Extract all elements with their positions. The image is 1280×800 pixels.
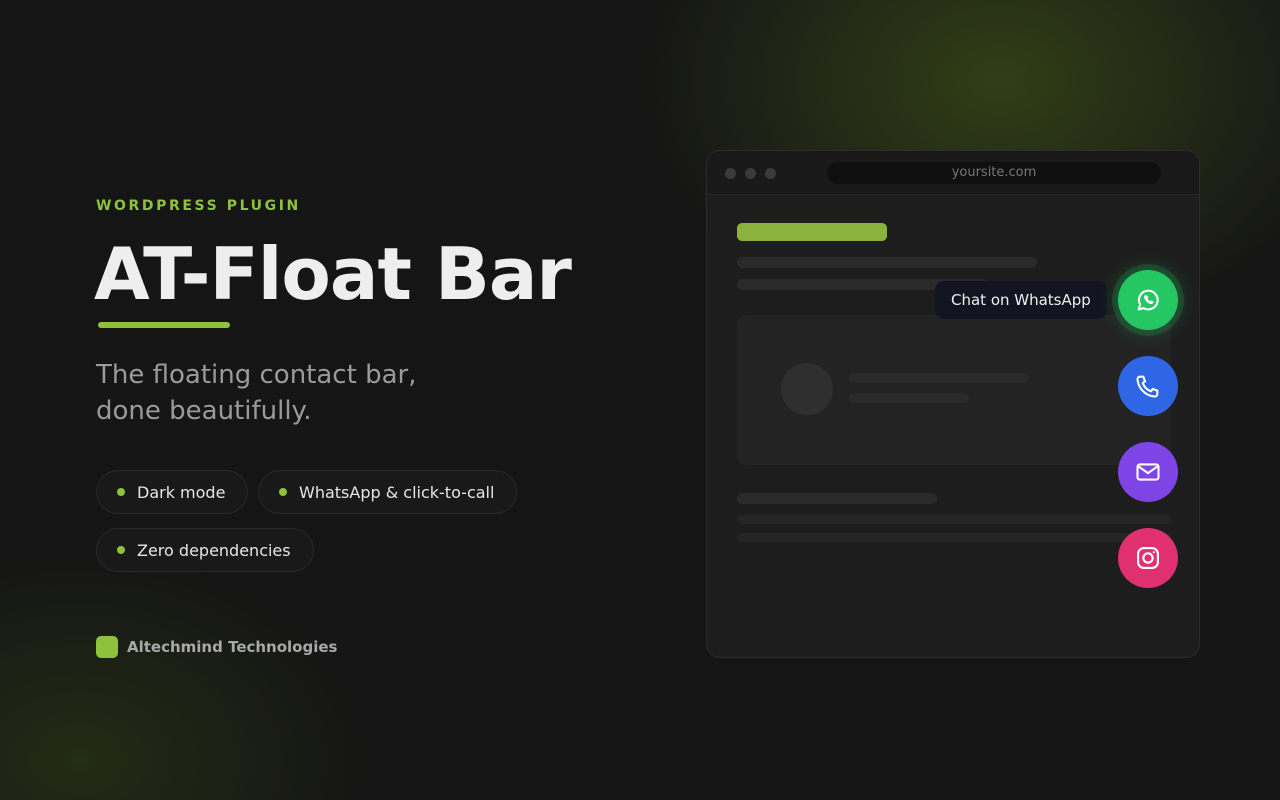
- skeleton-heading: [737, 223, 887, 241]
- mail-icon: [1136, 463, 1160, 481]
- phone-icon: [1136, 375, 1159, 398]
- tagline-line-2: done beautifully.: [96, 396, 312, 426]
- whatsapp-button[interactable]: [1118, 270, 1178, 330]
- browser-toolbar: yoursite.com: [707, 151, 1199, 195]
- page-title: AT-Float Bar: [94, 232, 572, 316]
- window-dot: [725, 168, 736, 179]
- whatsapp-icon: [1137, 289, 1159, 311]
- brand-name: Altechmind Technologies: [127, 638, 338, 656]
- call-button[interactable]: [1118, 356, 1178, 416]
- bullet-dot: [117, 546, 125, 554]
- brand: Altechmind Technologies: [96, 636, 337, 658]
- skeleton-line: [849, 393, 969, 403]
- feature-pill-zero-deps: Zero dependencies: [96, 528, 314, 572]
- feature-label: WhatsApp & click-to-call: [299, 482, 495, 502]
- eyebrow-label: WORDPRESS PLUGIN: [96, 198, 301, 214]
- skeleton-line: [737, 515, 1171, 524]
- feature-label: Zero dependencies: [137, 540, 291, 560]
- email-button[interactable]: [1118, 442, 1178, 502]
- instagram-icon: [1137, 547, 1159, 569]
- address-bar: yoursite.com: [827, 162, 1161, 184]
- skeleton-line: [737, 533, 1171, 542]
- window-dot: [745, 168, 756, 179]
- brand-logo: [96, 636, 118, 658]
- title-underline: [98, 322, 230, 328]
- bullet-dot: [279, 488, 287, 496]
- skeleton-line: [737, 257, 1037, 268]
- whatsapp-tooltip: Chat on WhatsApp: [935, 281, 1107, 319]
- instagram-button[interactable]: [1118, 528, 1178, 588]
- skeleton-card: [737, 315, 1171, 465]
- bullet-dot: [117, 488, 125, 496]
- feature-pill-dark-mode: Dark mode: [96, 470, 249, 514]
- feature-pill-whatsapp: WhatsApp & click-to-call: [258, 470, 518, 514]
- skeleton-line: [849, 373, 1029, 383]
- feature-label: Dark mode: [137, 482, 226, 502]
- skeleton-avatar: [781, 363, 833, 415]
- skeleton-line: [737, 493, 937, 504]
- tagline-line-1: The floating contact bar,: [96, 360, 417, 390]
- window-dot: [765, 168, 776, 179]
- tagline: The floating contact bar, done beautiful…: [96, 357, 516, 429]
